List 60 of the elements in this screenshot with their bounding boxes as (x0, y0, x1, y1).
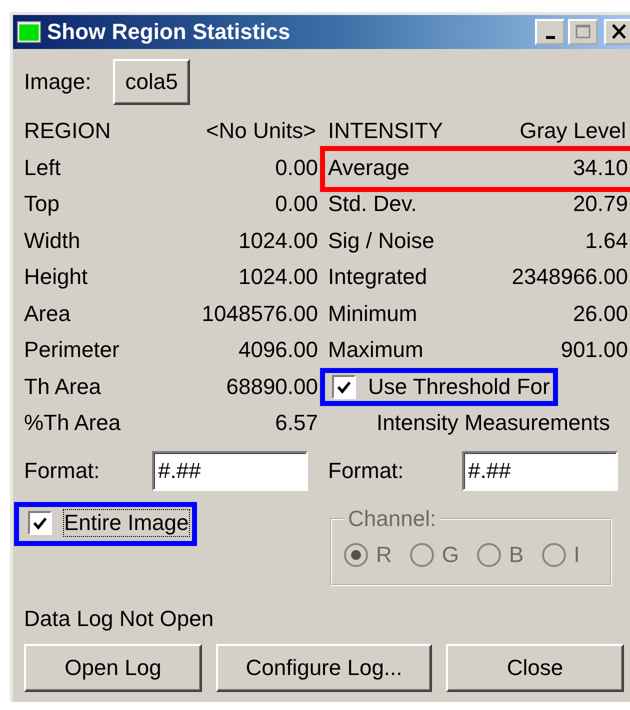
window-title: Show Region Statistics (47, 19, 292, 45)
maximize-icon (573, 23, 593, 41)
stat-value: 1.64 (585, 228, 628, 254)
stat-value: 1024.00 (238, 264, 318, 290)
close-button[interactable] (604, 19, 630, 45)
close-icon (609, 23, 629, 41)
image-button[interactable]: cola5 (113, 59, 190, 105)
stat-label: Left (24, 154, 61, 181)
checkbox-label: Use Threshold For (368, 374, 550, 400)
stat-value: 20.79 (572, 191, 628, 218)
stat-label: Th Area (24, 374, 102, 400)
status-text: Data Log Not Open (24, 604, 215, 633)
stat-label: Integrated (328, 264, 428, 290)
checkbox-label: Entire Image (64, 510, 189, 536)
stat-label: Average (328, 154, 410, 181)
intensity-header: INTENSITY (328, 118, 443, 144)
format-field[interactable]: #.## (462, 450, 618, 490)
stat-value: 1048576.00 (202, 300, 318, 327)
checkmark-icon (32, 514, 48, 530)
region-header: REGION (24, 118, 111, 144)
stat-value: 34.10 (572, 154, 628, 181)
stat-label: Height (24, 264, 88, 290)
radio-label: G (442, 542, 460, 568)
stat-label: %Th Area (24, 410, 121, 436)
stat-label: Perimeter (24, 337, 120, 364)
stat-value: 1024.00 (238, 228, 318, 254)
checkbox[interactable] (332, 374, 356, 399)
stat-label: Std. Dev. (328, 191, 417, 218)
minimize-icon (546, 36, 554, 38)
dialog-button[interactable]: Configure Log... (216, 644, 432, 692)
stat-value: 2348966.00 (512, 264, 628, 290)
checkbox-label-continuation: Intensity Measurements (376, 410, 610, 436)
dialog-button[interactable]: Close (446, 644, 624, 692)
format-label: Format: (24, 458, 101, 484)
stat-value: 0.00 (275, 191, 318, 218)
radio-label: R (376, 542, 392, 568)
format-field[interactable]: #.## (152, 450, 308, 490)
stat-label: Width (24, 228, 80, 254)
stat-value: 901.00 (560, 337, 628, 364)
stat-label: Minimum (328, 300, 418, 327)
units-label: Gray Level (520, 118, 626, 144)
app-icon (17, 21, 41, 43)
minimize-button[interactable] (535, 19, 565, 45)
dialog-button[interactable]: Open Log (24, 644, 202, 692)
stat-label: Sig / Noise (328, 228, 434, 254)
stat-value: 68890.00 (226, 374, 318, 400)
stat-label: Area (24, 300, 70, 327)
stat-label: Maximum (328, 337, 424, 364)
checkbox[interactable] (28, 510, 52, 534)
stat-value: 4096.00 (238, 337, 318, 364)
checkmark-icon (336, 378, 352, 395)
units-label: <No Units> (206, 118, 316, 144)
image-label: Image: (24, 69, 92, 95)
stat-value: 6.57 (275, 410, 318, 436)
stat-label: Top (24, 191, 60, 218)
radio-label: I (574, 542, 580, 568)
format-label: Format: (328, 458, 405, 484)
stat-value: 26.00 (572, 300, 628, 327)
stat-value: 0.00 (275, 154, 318, 181)
radio-label: B (509, 542, 524, 568)
